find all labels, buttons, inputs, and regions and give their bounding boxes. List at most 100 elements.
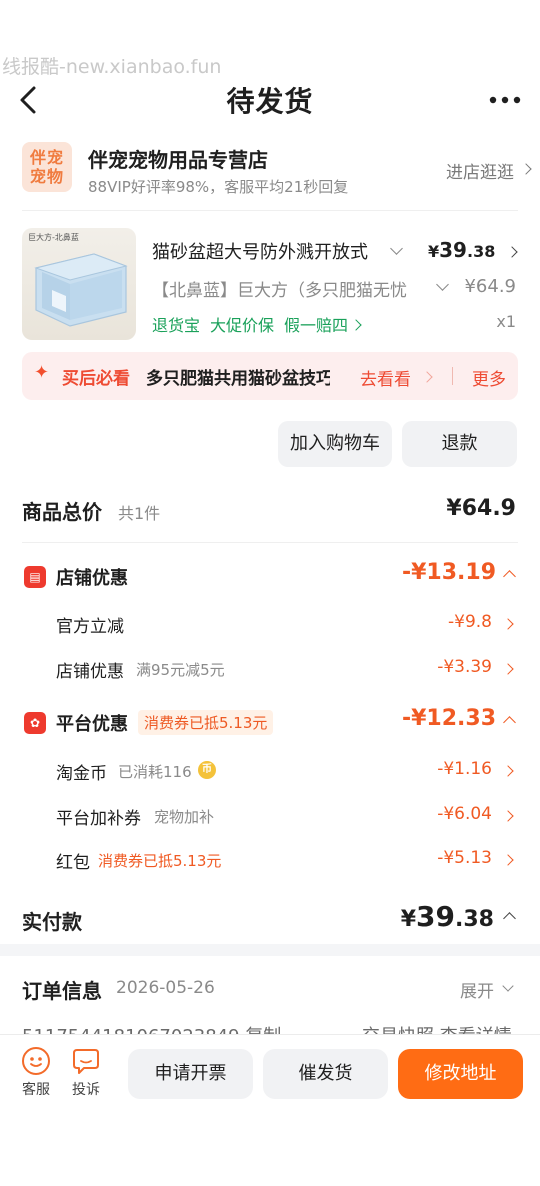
divider: [22, 542, 518, 543]
coupon-badge: 消费券已抵5.13元: [138, 710, 274, 735]
shop-discount-header[interactable]: ▤ 店铺优惠 -¥13.19: [0, 560, 540, 594]
service-entry[interactable]: 客服: [14, 1047, 58, 1103]
product-price: ¥39.38: [428, 238, 495, 262]
discount-row[interactable]: 店铺优惠 满95元减5元 -¥3.39: [0, 657, 540, 685]
chevron-right-icon: [421, 371, 433, 383]
shop-discount-total: -¥13.19: [401, 560, 496, 585]
discount-label: 店铺优惠: [56, 662, 124, 682]
discount-row[interactable]: 平台加补券 宠物加补 -¥6.04: [0, 804, 540, 832]
tag-fake-compensate: 假一赔四: [284, 316, 349, 335]
urge-shipping-button[interactable]: 催发货: [263, 1049, 388, 1099]
goods-total-value: ¥64.9: [446, 496, 516, 521]
shop-discount-title: 店铺优惠: [56, 568, 128, 589]
expand-link[interactable]: 展开: [460, 977, 494, 1002]
product-image[interactable]: 巨大方-北鼻蓝: [22, 228, 136, 340]
discount-label: 官方立减: [56, 617, 124, 637]
service-label: 客服: [22, 1082, 50, 1098]
chevron-right-icon: [502, 663, 514, 675]
product-image-caption: 巨大方-北鼻蓝: [28, 233, 79, 242]
discount-note: 消费券已抵5.13元: [98, 852, 222, 870]
coin-icon: 币: [198, 761, 216, 779]
must-read-banner[interactable]: ✦ 买后必看 多只肥猫共用猫砂盆技巧 去看看 更多: [22, 352, 518, 400]
chevron-right-icon: [350, 318, 362, 331]
platform-discount-header[interactable]: ✿ 平台优惠 消费券已抵5.13元 -¥12.33: [0, 706, 540, 740]
separator: [452, 367, 453, 385]
discount-note: 宠物加补: [154, 808, 215, 826]
order-date: 2026-05-26: [116, 978, 215, 998]
chevron-right-icon: [502, 810, 514, 822]
service-tags[interactable]: 退货宝 大促价保 假一赔四: [152, 312, 370, 336]
discount-value: -¥1.16: [437, 759, 492, 779]
discount-label: 平台加补券: [56, 809, 141, 829]
section-gap: [0, 944, 540, 956]
chevron-up-icon[interactable]: [503, 912, 516, 925]
chevron-right-icon[interactable]: [506, 246, 518, 258]
chevron-right-icon: [502, 854, 514, 866]
paid-int: 39: [416, 900, 456, 933]
nav-bar: 待发货: [0, 72, 540, 128]
complaint-icon: [73, 1049, 99, 1074]
page-title: 待发货: [226, 85, 314, 118]
product-original-price: ¥64.9: [464, 276, 516, 297]
product-card[interactable]: 巨大方-北鼻蓝 猫砂盆超大号防外溅开放式 ¥39.38 【北鼻蓝】巨大方（多只肥…: [0, 228, 540, 343]
enter-shop-link[interactable]: 进店逛逛: [446, 158, 532, 183]
must-read-label: 买后必看: [62, 369, 130, 389]
chevron-right-icon: [502, 618, 514, 630]
paid-symbol: ¥: [400, 907, 417, 932]
discount-note: 已消耗116: [118, 763, 192, 781]
discount-value: -¥9.8: [448, 612, 492, 632]
price-int: 39: [439, 238, 467, 262]
chevron-up-icon[interactable]: [503, 716, 516, 729]
discount-row[interactable]: 官方立减 -¥9.8: [0, 612, 540, 640]
discount-value: -¥5.13: [437, 848, 492, 868]
chevron-up-icon[interactable]: [503, 570, 516, 583]
platform-discount-total: -¥12.33: [401, 706, 496, 731]
shop-name[interactable]: 伴宠宠物用品专营店: [88, 144, 268, 173]
shop-icon: ▤: [24, 566, 46, 588]
discount-row[interactable]: 淘金币 已消耗116 币 -¥1.16: [0, 759, 540, 787]
shop-header[interactable]: 伴宠宠物 伴宠宠物用品专营店 88VIP好评率98%，客服平均21秒回复 进店逛…: [0, 142, 540, 202]
chevron-down-icon[interactable]: [390, 242, 403, 255]
paid-dec: .38: [455, 907, 494, 932]
order-info-peek: 5117544181067023849 复制 交易快照 查看详情: [22, 1024, 518, 1034]
price-symbol: ¥: [428, 242, 440, 261]
order-number: 5117544181067023849 复制: [22, 1024, 281, 1034]
divider: [22, 210, 518, 211]
bottom-action-bar: 客服 投诉 申请开票 催发货 修改地址: [0, 1034, 540, 1186]
product-title[interactable]: 猫砂盆超大号防外溅开放式: [152, 238, 382, 264]
platform-discount-title: 平台优惠: [56, 714, 128, 735]
change-address-button[interactable]: 修改地址: [398, 1049, 523, 1099]
complain-entry[interactable]: 投诉: [64, 1047, 108, 1103]
paid-label: 实付款: [22, 910, 82, 934]
tag-return: 退货宝: [152, 316, 201, 335]
chevron-down-icon[interactable]: [502, 980, 514, 992]
request-invoice-button[interactable]: 申请开票: [128, 1049, 253, 1099]
goods-count: 共1件: [118, 504, 161, 523]
go-look-label: 去看看: [360, 370, 411, 390]
chevron-right-icon: [502, 765, 514, 777]
more-icon[interactable]: [488, 86, 522, 114]
paid-value: ¥39.38: [401, 900, 494, 933]
discount-label: 红包: [56, 853, 90, 873]
goods-total-label: 商品总价: [22, 500, 102, 524]
product-spec[interactable]: 【北鼻蓝】巨大方（多只肥猫无忧: [152, 276, 424, 301]
customer-service-icon: [22, 1047, 50, 1075]
more-link[interactable]: 更多: [472, 365, 506, 390]
chevron-down-icon[interactable]: [436, 278, 449, 291]
discount-value: -¥6.04: [437, 804, 492, 824]
discount-value: -¥3.39: [437, 657, 492, 677]
complain-label: 投诉: [72, 1082, 100, 1098]
discount-note: 满95元减5元: [136, 661, 225, 679]
go-look-link[interactable]: 去看看: [360, 365, 433, 390]
add-to-cart-button[interactable]: 加入购物车: [278, 421, 392, 467]
must-read-text: 多只肥猫共用猫砂盆技巧: [146, 369, 330, 389]
discount-label: 淘金币: [56, 764, 107, 784]
tag-price-protect: 大促价保: [210, 316, 275, 335]
discount-row[interactable]: 红包 消费券已抵5.13元 -¥5.13: [0, 848, 540, 876]
enter-shop-label: 进店逛逛: [446, 163, 514, 183]
order-links: 交易快照 查看详情: [362, 1024, 512, 1034]
price-dec: .38: [466, 242, 496, 261]
chevron-right-icon: [520, 163, 532, 175]
refund-button[interactable]: 退款: [402, 421, 517, 467]
platform-icon: ✿: [24, 712, 46, 734]
